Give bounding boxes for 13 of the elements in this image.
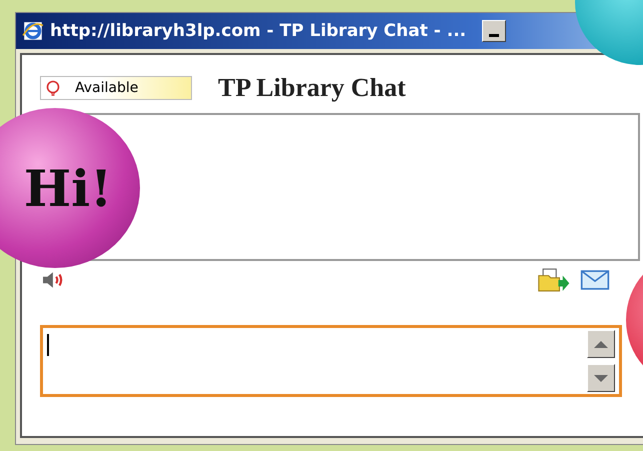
lightbulb-icon	[45, 80, 61, 96]
browser-icon	[22, 20, 44, 42]
scroll-up-button[interactable]	[587, 330, 615, 358]
email-icon[interactable]	[580, 270, 610, 290]
scroll-down-button[interactable]	[587, 364, 615, 392]
status-indicator[interactable]: Available	[40, 76, 192, 100]
minimize-button[interactable]	[482, 20, 506, 42]
message-input-field[interactable]	[40, 325, 622, 397]
window-title: http://libraryh3lp.com - TP Library Chat - ...	[50, 21, 466, 41]
chat-title: TP Library Chat	[218, 73, 406, 103]
bubble-text: Hi!	[22, 158, 112, 218]
status-label: Available	[75, 80, 138, 96]
send-file-icon[interactable]	[536, 268, 572, 292]
